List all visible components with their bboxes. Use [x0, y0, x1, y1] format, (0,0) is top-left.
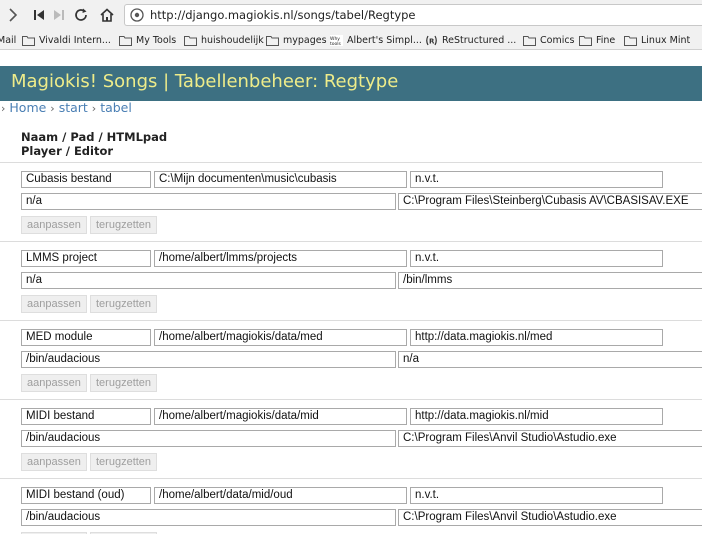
- record-row: MIDI bestand /home/albert/magiokis/data/…: [0, 399, 702, 478]
- naam-input[interactable]: LMMS project: [21, 250, 151, 267]
- reload-icon[interactable]: [72, 6, 90, 24]
- skip-back-icon[interactable]: [30, 6, 48, 24]
- htmlpad-input[interactable]: http://data.magiokis.nl/mid: [410, 408, 663, 425]
- terugzetten-button[interactable]: terugzetten: [90, 216, 158, 234]
- bookmark-comics[interactable]: Comics: [523, 33, 575, 48]
- folder-icon: [523, 36, 536, 46]
- breadcrumb-start[interactable]: start: [59, 100, 88, 115]
- aanpassen-button[interactable]: aanpassen: [21, 374, 87, 392]
- site-info-icon[interactable]: [130, 8, 144, 22]
- htmlpad-input[interactable]: http://data.magiokis.nl/med: [410, 329, 663, 346]
- player-input[interactable]: /bin/audacious: [21, 351, 396, 368]
- home-icon[interactable]: [98, 6, 116, 24]
- svg-text:R: R: [429, 38, 435, 46]
- record-row: MED module /home/albert/magiokis/data/me…: [0, 320, 702, 399]
- htmlpad-input[interactable]: n.v.t.: [410, 171, 663, 188]
- pad-input[interactable]: /home/albert/magiokis/data/med: [154, 329, 407, 346]
- aanpassen-button[interactable]: aanpassen: [21, 295, 87, 313]
- naam-input[interactable]: MIDI bestand (oud): [21, 487, 151, 504]
- bookmarks-bar: Mail Vivaldi Intern... My Tools huishoud…: [0, 31, 702, 50]
- bookmark-restructured[interactable]: R ReStructured ...: [425, 33, 516, 48]
- terugzetten-button[interactable]: terugzetten: [90, 295, 158, 313]
- pad-input[interactable]: /home/albert/data/mid/oud: [154, 487, 407, 504]
- player-input[interactable]: /bin/audacious: [21, 509, 396, 526]
- breadcrumb: › Home › start › tabel: [1, 100, 132, 115]
- record-row: Cubasis bestand C:\Mijn documenten\music…: [0, 162, 702, 241]
- bookmark-alberts-simple[interactable]: Why tools Albert's Simpl...: [330, 33, 422, 48]
- editor-input[interactable]: n/a: [398, 351, 702, 368]
- terugzetten-button[interactable]: terugzetten: [90, 374, 158, 392]
- breadcrumb-home[interactable]: Home: [9, 100, 46, 115]
- player-input[interactable]: /bin/audacious: [21, 430, 396, 447]
- naam-input[interactable]: MED module: [21, 329, 151, 346]
- rst-logo-icon: R: [426, 35, 437, 46]
- terugzetten-button[interactable]: terugzetten: [90, 453, 158, 471]
- editor-input[interactable]: C:\Program Files\Steinberg\Cubasis AV\CB…: [398, 193, 702, 210]
- folder-icon: [266, 36, 279, 46]
- record-row: MIDI bestand (oud) /home/albert/data/mid…: [0, 478, 702, 534]
- url-text[interactable]: http://django.magiokis.nl/songs/tabel/Re…: [150, 8, 416, 22]
- editor-input[interactable]: C:\Program Files\Anvil Studio\Astudio.ex…: [398, 509, 702, 526]
- naam-input[interactable]: Cubasis bestand: [21, 171, 151, 188]
- htmlpad-input[interactable]: n.v.t.: [410, 487, 663, 504]
- page-header: Magiokis! Songs | Tabellenbeheer: Regtyp…: [0, 66, 702, 101]
- pad-input[interactable]: /home/albert/lmms/projects: [154, 250, 407, 267]
- page-content: Magiokis! Songs | Tabellenbeheer: Regtyp…: [0, 50, 702, 534]
- skip-forward-icon[interactable]: [50, 6, 68, 24]
- folder-icon: [624, 36, 637, 46]
- folder-icon: [22, 36, 35, 46]
- naam-input[interactable]: MIDI bestand: [21, 408, 151, 425]
- bookmark-mail[interactable]: Mail: [0, 33, 16, 48]
- bookmark-vivaldi[interactable]: Vivaldi Intern...: [22, 33, 111, 48]
- folder-icon: [579, 36, 592, 46]
- site-logo-icon: Whytools: [330, 35, 343, 46]
- player-input[interactable]: n/a: [21, 272, 396, 289]
- bookmark-huishoudelijk[interactable]: huishoudelijk: [184, 33, 264, 48]
- folder-icon: [119, 36, 132, 46]
- forward-icon[interactable]: [4, 6, 22, 24]
- player-input[interactable]: n/a: [21, 193, 396, 210]
- column-heading-player-editor: Player / Editor: [21, 143, 114, 158]
- page-title: Magiokis! Songs | Tabellenbeheer: Regtyp…: [11, 71, 399, 92]
- breadcrumb-tabel[interactable]: tabel: [100, 100, 132, 115]
- record-row: LMMS project /home/albert/lmms/projects …: [0, 241, 702, 320]
- bookmark-my-tools[interactable]: My Tools: [119, 33, 176, 48]
- browser-toolbar: http://django.magiokis.nl/songs/tabel/Re…: [0, 0, 702, 31]
- editor-input[interactable]: /bin/lmms: [398, 272, 702, 289]
- aanpassen-button[interactable]: aanpassen: [21, 453, 87, 471]
- column-headings: Naam / Pad / HTMLpad Player / Editor: [21, 130, 168, 158]
- pad-input[interactable]: C:\Mijn documenten\music\cubasis: [154, 171, 407, 188]
- bookmark-fine[interactable]: Fine: [579, 33, 615, 48]
- column-heading-naam-pad: Naam / Pad / HTMLpad: [21, 130, 168, 144]
- aanpassen-button[interactable]: aanpassen: [21, 216, 87, 234]
- address-bar[interactable]: http://django.magiokis.nl/songs/tabel/Re…: [124, 4, 702, 26]
- bookmark-linux-mint[interactable]: Linux Mint: [624, 33, 690, 48]
- svg-text:tools: tools: [330, 41, 342, 46]
- folder-icon: [184, 36, 197, 46]
- htmlpad-input[interactable]: n.v.t.: [410, 250, 663, 267]
- pad-input[interactable]: /home/albert/magiokis/data/mid: [154, 408, 407, 425]
- bookmark-mypages[interactable]: mypages: [266, 33, 327, 48]
- editor-input[interactable]: C:\Program Files\Anvil Studio\Astudio.ex…: [398, 430, 702, 447]
